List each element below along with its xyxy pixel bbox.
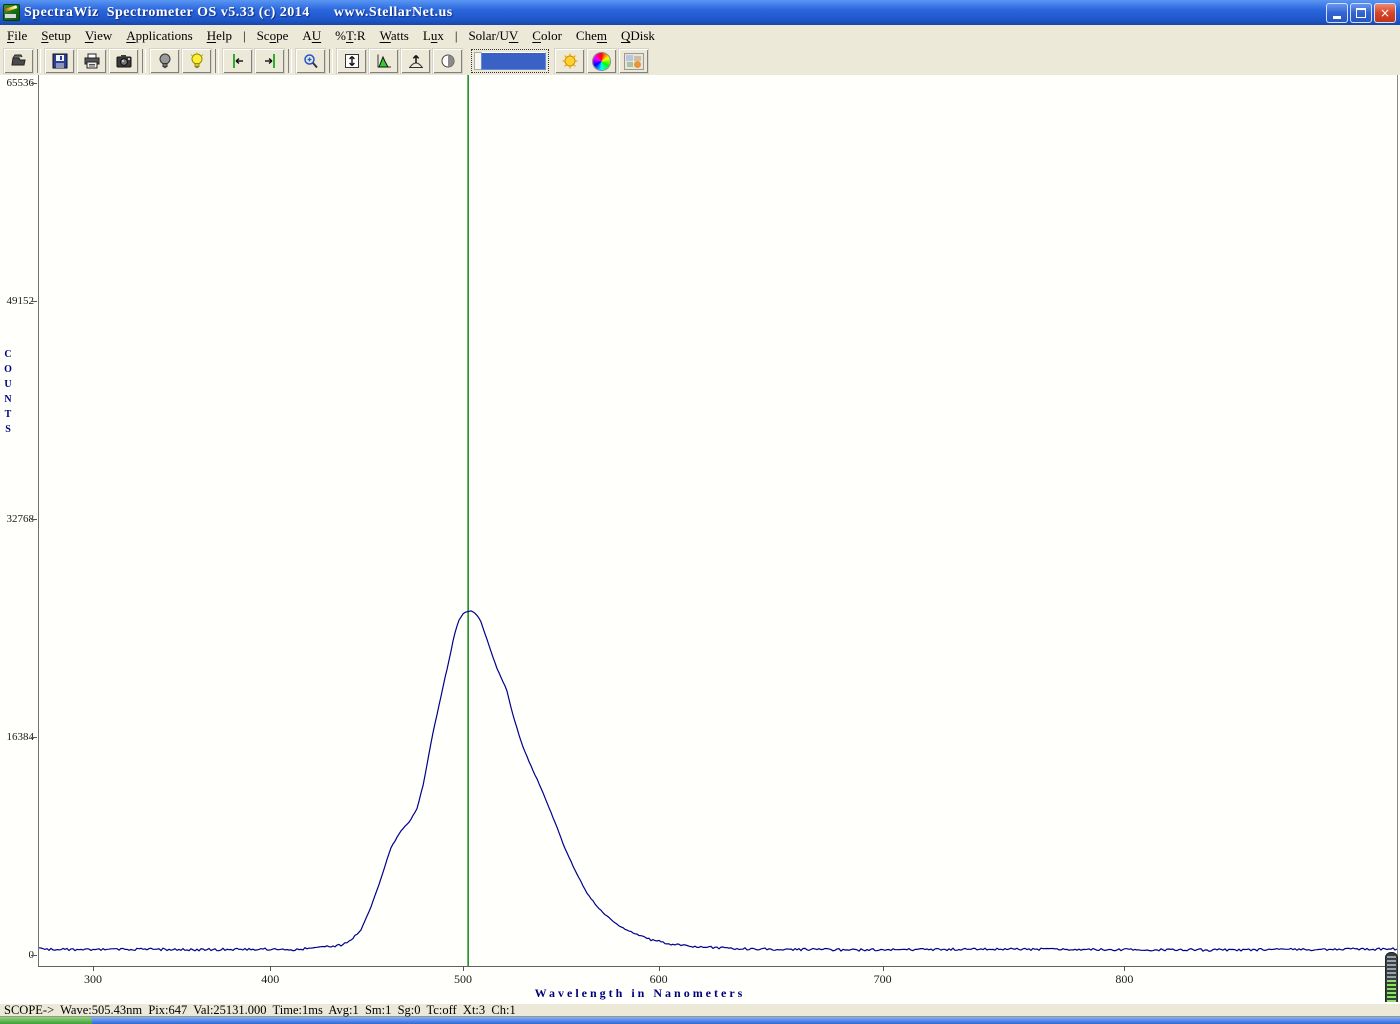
- menu-item-au[interactable]: AU: [295, 26, 328, 46]
- minimize-icon: [1333, 16, 1341, 19]
- menu-item-applications[interactable]: Applications: [119, 26, 199, 46]
- menu-item-color[interactable]: Color: [525, 26, 569, 46]
- invert-contrast-icon: [438, 52, 458, 70]
- spectrum-plot[interactable]: [38, 75, 1398, 967]
- open-button[interactable]: [4, 49, 33, 73]
- restore-icon: [1356, 8, 1366, 18]
- toolbar-separator: [288, 49, 292, 73]
- x-tick-mark: [93, 966, 94, 971]
- menu-bar: FileSetupViewApplicationsHelp|ScopeAU%T:…: [0, 25, 1400, 48]
- y-tick-mark: [31, 519, 37, 520]
- toolbar-separator: [329, 49, 333, 73]
- close-button[interactable]: ×: [1374, 3, 1396, 23]
- zoom-button[interactable]: [296, 49, 325, 73]
- spectrawiz-window: SpectraWiz Spectrometer OS v5.33 (c) 201…: [0, 0, 1400, 1024]
- x-tick-mark: [1124, 966, 1125, 971]
- acquisition-progress-bar: [471, 49, 549, 73]
- sun-button[interactable]: [555, 49, 584, 73]
- cursor-right-button[interactable]: [255, 49, 284, 73]
- x-axis-title: Wavelength in Nanometers: [440, 986, 840, 1001]
- autoscale-y-button[interactable]: [337, 49, 366, 73]
- camera-icon: [114, 52, 134, 70]
- y-tick-label: 49152: [0, 294, 34, 308]
- zoom-icon: [301, 52, 321, 70]
- spectrum-trace: [39, 611, 1397, 951]
- window-title: SpectraWiz Spectrometer OS v5.33 (c) 201…: [24, 5, 453, 21]
- y-tick-mark: [31, 83, 37, 84]
- y-tick-mark: [31, 955, 37, 956]
- y-tick-mark: [31, 737, 37, 738]
- color-wheel-icon: [593, 53, 610, 70]
- taskbar: [0, 1017, 1400, 1024]
- menu-item-help[interactable]: Help: [200, 26, 239, 46]
- minimize-button[interactable]: [1326, 3, 1348, 23]
- spectrum-peak-button[interactable]: [369, 49, 398, 73]
- toolbar-separator: [215, 49, 219, 73]
- x-tick-mark: [463, 966, 464, 971]
- y-tick-label: 0: [0, 948, 34, 962]
- menu-item-tr[interactable]: %T:R: [328, 26, 372, 46]
- autoscale-y-icon: [342, 52, 362, 70]
- y-tick-mark: [31, 301, 37, 302]
- lamp-off-icon: [155, 52, 175, 70]
- close-icon: ×: [1380, 6, 1390, 20]
- lamp-off-button[interactable]: [150, 49, 179, 73]
- color-wheel-button[interactable]: [587, 49, 616, 73]
- toolbar-separator: [37, 49, 41, 73]
- menu-item-view[interactable]: View: [78, 26, 119, 46]
- title-bar: SpectraWiz Spectrometer OS v5.33 (c) 201…: [0, 0, 1400, 25]
- x-tick-mark: [270, 966, 271, 971]
- x-tick-mark: [883, 966, 884, 971]
- menu-separator: |: [239, 26, 250, 46]
- menu-item-setup[interactable]: Setup: [34, 26, 78, 46]
- progress-notch: [474, 52, 481, 70]
- toolbar-separator: [142, 49, 146, 73]
- y-tick-label: 16384: [0, 730, 34, 744]
- menu-item-lux[interactable]: Lux: [416, 26, 451, 46]
- menu-separator: |: [451, 26, 462, 46]
- toolbar: [0, 47, 1400, 75]
- x-tick-label: 600: [637, 972, 681, 987]
- start-button[interactable]: [0, 1017, 92, 1024]
- scale-up-icon: [406, 52, 426, 70]
- lamp-on-button[interactable]: [182, 49, 211, 73]
- x-tick-mark: [659, 966, 660, 971]
- chart-area: COUNTS 65536 49152 32768 16384 0 300 400 500 600…: [0, 75, 1400, 1002]
- save-icon: [50, 52, 70, 70]
- x-tick-label: 300: [71, 972, 115, 987]
- cursor-left-button[interactable]: [223, 49, 252, 73]
- status-bar: SCOPE-> Wave:505.43nm Pix:647 Val:25131.…: [0, 1002, 1400, 1017]
- menu-item-watts[interactable]: Watts: [373, 26, 416, 46]
- color-chart-icon: [624, 53, 644, 70]
- lamp-on-icon: [187, 52, 207, 70]
- cursor-left-icon: [228, 52, 248, 70]
- menu-item-scope[interactable]: Scope: [250, 26, 296, 46]
- x-tick-label: 400: [248, 972, 292, 987]
- scale-up-button[interactable]: [401, 49, 430, 73]
- spectrum-peak-icon: [374, 52, 394, 70]
- y-tick-label: 32768: [0, 512, 34, 526]
- cursor-right-icon: [260, 52, 280, 70]
- x-tick-label: 800: [1102, 972, 1146, 987]
- sun-icon: [560, 52, 580, 70]
- y-tick-label: 65536: [0, 76, 34, 90]
- print-button[interactable]: [77, 49, 106, 73]
- invert-button[interactable]: [433, 49, 462, 73]
- app-logo-icon: [3, 4, 20, 21]
- menu-item-file[interactable]: File: [0, 26, 34, 46]
- menu-item-qdisk[interactable]: QDisk: [614, 26, 662, 46]
- menu-item-solaruv[interactable]: Solar/UV: [461, 26, 525, 46]
- x-tick-label: 700: [861, 972, 905, 987]
- restore-button[interactable]: [1350, 3, 1372, 23]
- save-button[interactable]: [45, 49, 74, 73]
- color-chart-button[interactable]: [619, 49, 648, 73]
- menu-item-chem[interactable]: Chem: [569, 26, 614, 46]
- print-icon: [82, 52, 102, 70]
- x-tick-label: 500: [441, 972, 485, 987]
- snapshot-button[interactable]: [109, 49, 138, 73]
- progress-fill: [481, 52, 546, 70]
- y-axis-title: COUNTS: [2, 347, 14, 437]
- open-icon: [9, 52, 29, 70]
